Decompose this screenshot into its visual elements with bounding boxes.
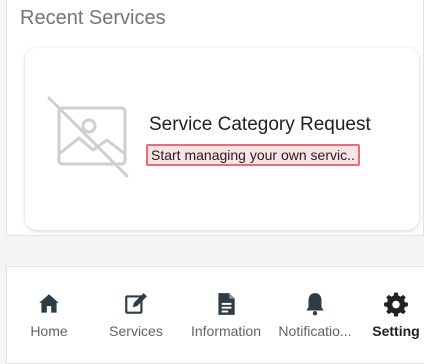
service-subtitle: Start managing your own servic.. bbox=[146, 144, 360, 166]
edit-icon bbox=[125, 293, 147, 314]
nav-item-setting[interactable]: Setting bbox=[367, 291, 424, 339]
nav-label-notifications: Notificatio... bbox=[278, 323, 352, 339]
section-title: Recent Services bbox=[20, 7, 166, 29]
bottom-navigation: Home Services Information Notificatio... bbox=[6, 266, 424, 364]
image-placeholder-icon bbox=[47, 96, 129, 178]
nav-label-setting: Setting bbox=[372, 323, 420, 339]
nav-label-home: Home bbox=[30, 323, 68, 339]
nav-item-notifications[interactable]: Notificatio... bbox=[269, 291, 361, 339]
nav-item-information[interactable]: Information bbox=[181, 291, 271, 339]
service-card[interactable]: Service Category Request Start managing … bbox=[25, 48, 419, 230]
nav-item-home[interactable]: Home bbox=[15, 291, 83, 339]
nav-item-services[interactable]: Services bbox=[101, 291, 171, 339]
home-icon bbox=[39, 294, 59, 313]
bell-icon bbox=[306, 293, 324, 316]
service-title: Service Category Request bbox=[149, 114, 371, 135]
recent-services-section: Recent Services Service Category Request… bbox=[6, 0, 424, 236]
gear-icon bbox=[384, 292, 408, 317]
document-icon bbox=[218, 293, 235, 315]
nav-label-services: Services bbox=[109, 323, 163, 339]
nav-label-information: Information bbox=[190, 323, 262, 339]
